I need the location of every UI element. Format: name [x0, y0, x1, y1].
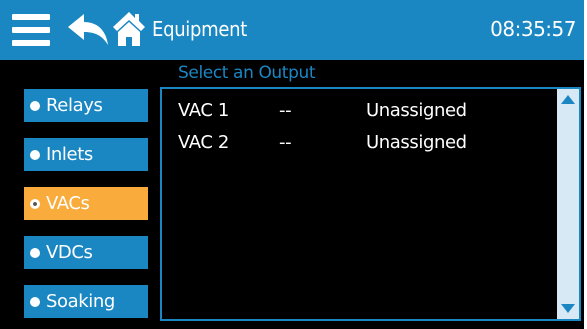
menu-icon[interactable] [12, 14, 50, 46]
radio-dot-icon [30, 296, 40, 307]
output-value: -- [279, 132, 292, 153]
radio-dot-icon [30, 149, 40, 160]
sidebar-item-label: VACs [46, 193, 90, 214]
output-status: Unassigned [366, 100, 467, 121]
sidebar-item-vdcs[interactable]: VDCs [24, 236, 148, 269]
output-name: VAC 2 [178, 132, 229, 153]
header-bar: Equipment 08:35:57 [0, 0, 584, 60]
output-status: Unassigned [366, 132, 467, 153]
sidebar-item-label: Inlets [46, 144, 93, 165]
screen: Equipment 08:35:57 Relays Inlets VACs VD… [0, 0, 587, 329]
back-arrow-icon[interactable] [66, 13, 110, 47]
clock: 08:35:57 [490, 17, 576, 41]
scrollbar[interactable] [557, 89, 579, 319]
sidebar-item-vacs[interactable]: VACs [24, 187, 148, 220]
sidebar-item-label: Relays [46, 95, 103, 116]
sidebar-item-soaking[interactable]: Soaking [24, 285, 148, 318]
panel-heading: Select an Output [178, 63, 316, 83]
list-item-vac-1[interactable]: VAC 1 -- Unassigned [178, 100, 558, 124]
sidebar-item-inlets[interactable]: Inlets [24, 138, 148, 171]
radio-selected-icon [30, 198, 40, 209]
output-name: VAC 1 [178, 100, 229, 121]
radio-dot-icon [30, 247, 40, 258]
output-value: -- [279, 100, 292, 121]
list-item-vac-2[interactable]: VAC 2 -- Unassigned [178, 132, 558, 156]
home-icon[interactable] [111, 10, 147, 48]
page-title: Equipment [152, 17, 247, 41]
sidebar-item-label: Soaking [46, 291, 115, 312]
radio-dot-icon [30, 100, 40, 111]
sidebar-item-relays[interactable]: Relays [24, 89, 148, 122]
scroll-up-arrow-icon[interactable] [561, 95, 575, 104]
scroll-down-arrow-icon[interactable] [561, 304, 575, 313]
output-list: VAC 1 -- Unassigned VAC 2 -- Unassigned [160, 87, 581, 321]
sidebar-item-label: VDCs [46, 242, 93, 263]
